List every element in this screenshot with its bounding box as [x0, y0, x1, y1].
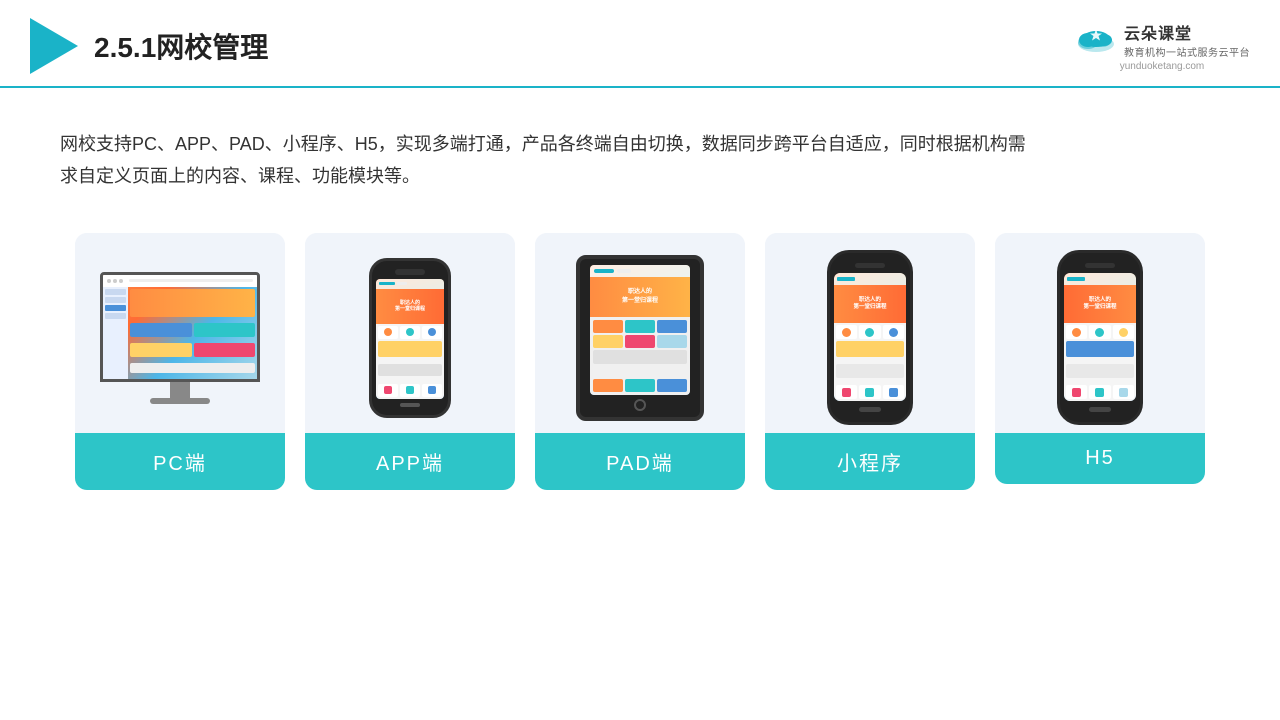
app-phone-icon: 职达人的第一堂归课程 [369, 258, 451, 418]
card-label-miniprogram: 小程序 [765, 433, 975, 490]
cards-container: PC端 职达人的第一堂归课程 [0, 213, 1280, 510]
card-pc: PC端 [75, 233, 285, 490]
card-image-miniprogram: 职达人的第一堂归课程 [765, 233, 975, 433]
card-pad: 职达人的第一堂归课程 [535, 233, 745, 490]
card-image-pad: 职达人的第一堂归课程 [535, 233, 745, 433]
miniprogram-phone-icon: 职达人的第一堂归课程 [827, 250, 913, 425]
h5-phone-icon: 职达人的第一堂归课程 [1057, 250, 1143, 425]
brand-tagline: 教育机构一站式服务云平台 [1124, 44, 1250, 59]
logo-icon [30, 18, 78, 74]
header-left: 2.5.1网校管理 [30, 18, 268, 74]
card-miniprogram: 职达人的第一堂归课程 [765, 233, 975, 490]
card-image-app: 职达人的第一堂归课程 [305, 233, 515, 433]
brand-name: 云朵课堂 [1124, 20, 1192, 44]
card-h5: 职达人的第一堂归课程 [995, 233, 1205, 484]
brand-logo: 云朵课堂 教育机构一站式服务云平台 [1074, 20, 1250, 59]
card-label-pc: PC端 [75, 433, 285, 490]
brand-url: yunduoketang.com [1120, 61, 1205, 72]
pad-device-icon: 职达人的第一堂归课程 [576, 255, 704, 421]
brand-area: 云朵课堂 教育机构一站式服务云平台 yunduoketang.com [1074, 20, 1250, 72]
card-app: 职达人的第一堂归课程 [305, 233, 515, 490]
cloud-icon [1074, 24, 1118, 56]
header: 2.5.1网校管理 云朵课堂 教育机构一站式服务云平台 yunduoketang… [0, 0, 1280, 88]
card-label-app: APP端 [305, 433, 515, 490]
description-paragraph: 网校支持PC、APP、PAD、小程序、H5，实现多端打通，产品各终端自由切换，数… [60, 128, 1040, 193]
pc-monitor-icon [95, 272, 265, 404]
brand-text: 云朵课堂 教育机构一站式服务云平台 [1124, 20, 1250, 59]
page-title: 2.5.1网校管理 [94, 26, 268, 66]
card-label-h5: H5 [995, 433, 1205, 484]
card-image-h5: 职达人的第一堂归课程 [995, 233, 1205, 433]
description-text: 网校支持PC、APP、PAD、小程序、H5，实现多端打通，产品各终端自由切换，数… [0, 88, 1100, 213]
card-label-pad: PAD端 [535, 433, 745, 490]
card-image-pc [75, 233, 285, 433]
